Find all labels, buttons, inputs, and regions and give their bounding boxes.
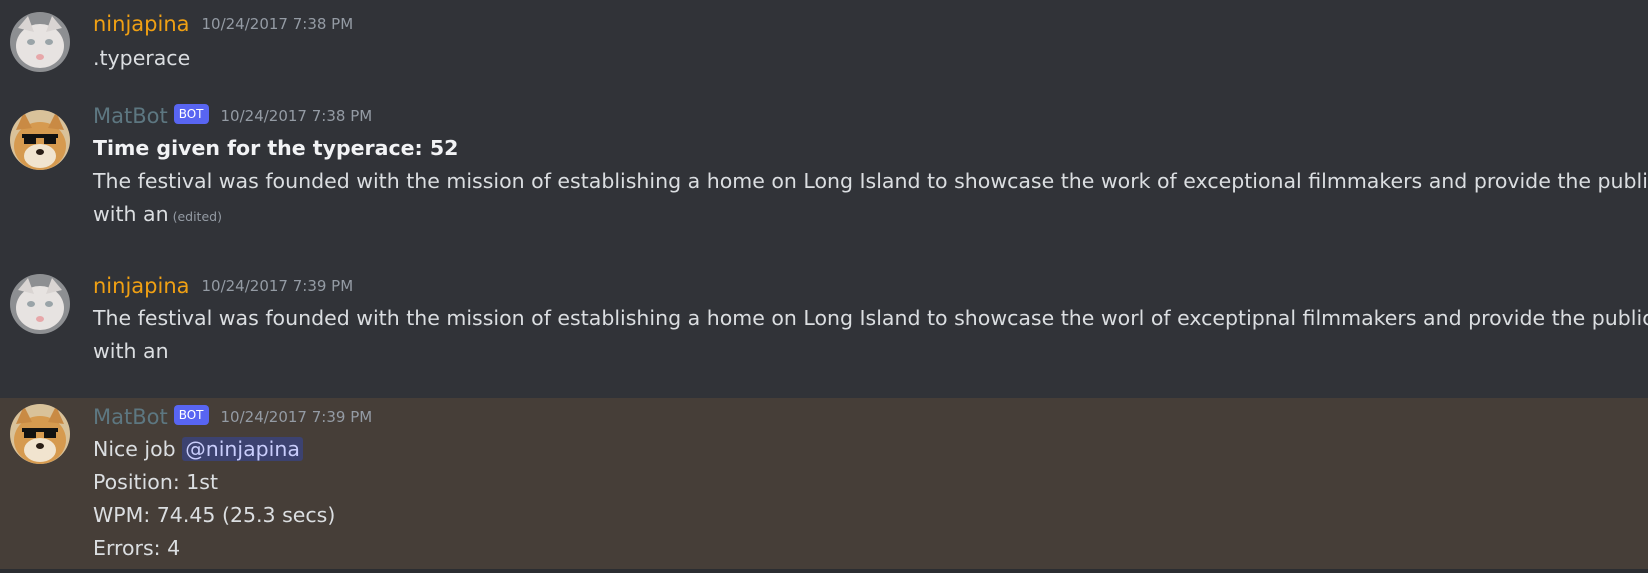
message-header: MatBot BOT 10/24/2017 7:39 PM (93, 405, 372, 429)
cat-avatar-icon[interactable] (10, 274, 70, 334)
message-text: .typerace (93, 46, 191, 70)
username[interactable]: ninjapina (93, 274, 190, 298)
message-text: The festival was founded with the missio… (93, 169, 1648, 193)
bottom-divider (0, 569, 1648, 573)
username[interactable]: MatBot (93, 405, 168, 429)
message-text-bold: Time given for the typerace: 52 (93, 136, 459, 160)
doge-sunglasses-avatar-icon[interactable] (10, 404, 70, 464)
edited-label: (edited) (172, 209, 222, 224)
bot-tag: BOT (173, 104, 209, 124)
errors-text: Errors: 4 (93, 536, 181, 560)
bot-tag: BOT (173, 405, 209, 425)
message-text-line2: with an (edited) (93, 198, 222, 233)
doge-sunglasses-avatar-icon[interactable] (10, 110, 70, 170)
message-header: ninjapina 10/24/2017 7:39 PM (93, 274, 353, 298)
username[interactable]: MatBot (93, 104, 168, 128)
message-header: ninjapina 10/24/2017 7:38 PM (93, 12, 353, 36)
nice-job-text: Nice job (93, 437, 176, 461)
message-ninjapina-1: ninjapina 10/24/2017 7:38 PM .typerace (0, 0, 1648, 90)
wpm-text: WPM: 74.45 (25.3 secs) (93, 503, 336, 527)
username[interactable]: ninjapina (93, 12, 190, 36)
message-matbot-1: MatBot BOT 10/24/2017 7:38 PM Time given… (0, 90, 1648, 260)
message-text: The festival was founded with the missio… (93, 306, 1648, 330)
message-text: Nice job @ninjapina (93, 433, 303, 466)
user-mention[interactable]: @ninjapina (182, 437, 303, 461)
timestamp: 10/24/2017 7:38 PM (201, 15, 354, 33)
message-ninjapina-2: ninjapina 10/24/2017 7:39 PM The festiva… (0, 260, 1648, 398)
timestamp: 10/24/2017 7:39 PM (220, 408, 373, 426)
message-header: MatBot BOT 10/24/2017 7:38 PM (93, 104, 372, 128)
cat-avatar-icon[interactable] (10, 12, 70, 72)
message-text-continued: with an (93, 202, 169, 226)
message-text-line2: with an (93, 339, 169, 363)
position-text: Position: 1st (93, 470, 219, 494)
timestamp: 10/24/2017 7:39 PM (201, 277, 354, 295)
message-matbot-2: MatBot BOT 10/24/2017 7:39 PM Nice job @… (0, 398, 1648, 569)
timestamp: 10/24/2017 7:38 PM (220, 107, 373, 125)
